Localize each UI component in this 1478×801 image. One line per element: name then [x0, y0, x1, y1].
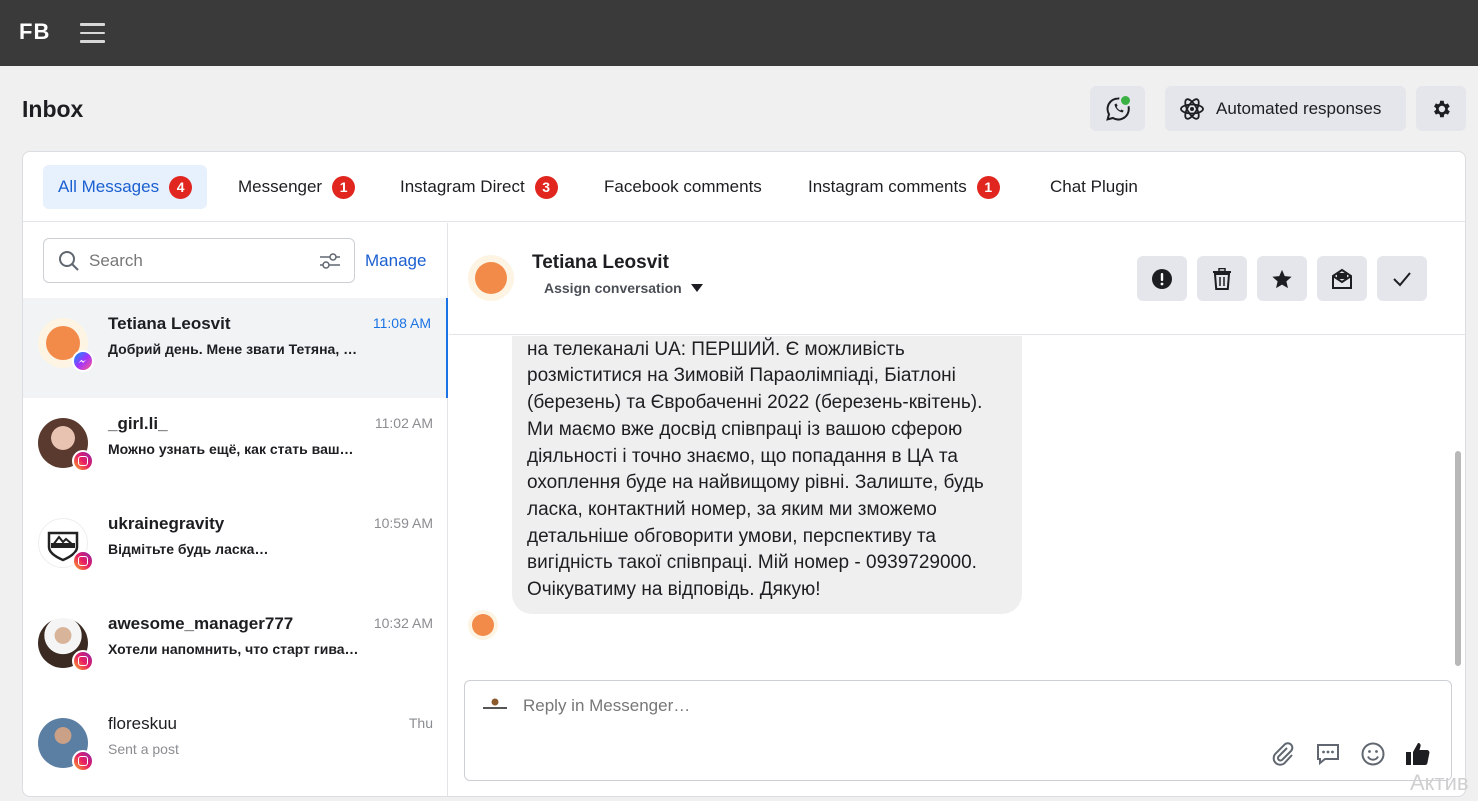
- tab-label: Chat Plugin: [1050, 177, 1138, 196]
- inbox-card: All Messages 4 Messenger 1 Instagram Dir…: [22, 151, 1466, 797]
- filter-icon[interactable]: [319, 251, 341, 271]
- tab-all-messages[interactable]: All Messages 4: [43, 165, 208, 209]
- conversation-item[interactable]: ukrainegravity 10:59 AM Відмітьте будь л…: [23, 498, 448, 598]
- manage-link[interactable]: Manage: [365, 251, 426, 271]
- conversation-time: Thu: [408, 715, 433, 731]
- menu-icon[interactable]: [80, 23, 105, 43]
- search-icon: [59, 250, 79, 271]
- like-button[interactable]: [1403, 739, 1433, 769]
- unread-badge: 1: [332, 175, 356, 199]
- contact-name: Tetiana Leosvit: [532, 252, 669, 273]
- star-button[interactable]: [1257, 256, 1307, 301]
- tab-label: Instagram comments: [808, 177, 967, 196]
- tab-messenger[interactable]: Messenger 1: [223, 165, 370, 209]
- conversation-name: ukrainegravity: [108, 514, 225, 533]
- assign-conversation-dropdown[interactable]: Assign conversation: [544, 280, 703, 296]
- conversation-name: Tetiana Leosvit: [108, 314, 231, 333]
- search-input[interactable]: [89, 250, 299, 271]
- conversation-name: _girl.li_: [108, 414, 168, 433]
- tab-label: All Messages: [58, 177, 160, 196]
- chat-bubble-icon: [1317, 744, 1339, 766]
- conversation-time: 11:02 AM: [374, 415, 433, 431]
- scrollbar[interactable]: [1455, 451, 1461, 666]
- settings-button[interactable]: [1416, 86, 1466, 131]
- paperclip-icon: [1272, 742, 1294, 766]
- trash-icon: [1213, 267, 1231, 290]
- emoji-button[interactable]: [1358, 739, 1388, 769]
- check-icon: [1393, 271, 1411, 286]
- tab-chat-plugin[interactable]: Chat Plugin: [1035, 165, 1153, 209]
- tab-label: Messenger: [238, 177, 323, 196]
- message-bubble: спонсорському розміщенню на телебаченні.…: [512, 336, 1022, 614]
- thumbs-up-icon: [1406, 743, 1430, 765]
- tab-instagram-direct[interactable]: Instagram Direct 3: [385, 165, 573, 209]
- alert-icon: [1152, 268, 1172, 289]
- conversation-name: floreskuu: [108, 714, 177, 733]
- unread-badge: 1: [976, 175, 1000, 199]
- conversation-time: 10:32 AM: [373, 615, 433, 631]
- tab-label: Instagram Direct: [400, 177, 525, 196]
- conversation-item[interactable]: Tetiana Leosvit 11:08 AM Добрий день. Ме…: [23, 298, 448, 398]
- online-status-dot: [1119, 94, 1132, 107]
- conversation-time: 10:59 AM: [373, 515, 433, 531]
- message-thread: спонсорському розміщенню на телебаченні.…: [449, 336, 1465, 666]
- messenger-icon: [72, 350, 94, 372]
- conversation-name: awesome_manager777: [108, 614, 294, 633]
- automated-responses-button[interactable]: Automated responses: [1165, 86, 1406, 131]
- mark-done-button[interactable]: [1377, 256, 1427, 301]
- conversation-item[interactable]: _girl.li_ 11:02 AM Можно узнать ещё, как…: [23, 398, 448, 498]
- caret-down-icon: [690, 284, 703, 292]
- avatar: [468, 255, 514, 301]
- smiley-icon: [1361, 742, 1385, 766]
- instagram-icon: [72, 750, 94, 772]
- automated-responses-label: Automated responses: [1216, 98, 1382, 118]
- conversation-time: 11:08 AM: [372, 315, 431, 331]
- page-title: Inbox: [22, 96, 84, 122]
- gear-icon: [1434, 100, 1450, 117]
- message-composer: [464, 680, 1452, 781]
- conversation-preview: Sent a post: [108, 741, 179, 757]
- top-bar: FB: [0, 0, 1478, 66]
- saved-replies-button[interactable]: [1313, 739, 1343, 769]
- whatsapp-button[interactable]: [1090, 86, 1145, 131]
- page-logo-icon: [483, 698, 507, 709]
- unread-badge: 3: [534, 175, 558, 199]
- sender-avatar: [468, 610, 498, 640]
- watermark-text: Актив: [1410, 770, 1469, 795]
- conversation-item[interactable]: floreskuu Thu Sent a post: [23, 698, 448, 796]
- instagram-icon: [72, 650, 94, 672]
- tab-instagram-comments[interactable]: Instagram comments 1: [793, 165, 1015, 209]
- conversation-item[interactable]: awesome_manager777 10:32 AM Хотели напом…: [23, 598, 448, 698]
- conversation-preview: Відмітьте будь ласка…: [108, 541, 269, 557]
- envelope-icon: [1332, 268, 1352, 289]
- mark-unread-button[interactable]: [1317, 256, 1367, 301]
- search-box: [43, 238, 355, 283]
- atom-icon: [1180, 97, 1204, 120]
- conversation-preview: Хотели напомнить, что старт гива…: [108, 641, 359, 657]
- instagram-icon: [72, 450, 94, 472]
- assign-label: Assign conversation: [544, 280, 682, 296]
- spam-button[interactable]: [1137, 256, 1187, 301]
- conversation-preview: Добрий день. Мене звати Тетяна, …: [108, 341, 358, 357]
- app-logo[interactable]: FB: [19, 19, 50, 45]
- chat-header: Tetiana Leosvit Assign conversation: [449, 223, 1465, 335]
- attach-button[interactable]: [1268, 739, 1298, 769]
- delete-button[interactable]: [1197, 256, 1247, 301]
- instagram-icon: [72, 550, 94, 572]
- conversation-preview: Можно узнать ещё, как стать ваш…: [108, 441, 354, 457]
- chat-pane: Tetiana Leosvit Assign conversation на т…: [449, 223, 1465, 796]
- star-icon: [1272, 269, 1292, 288]
- unread-badge: 4: [169, 175, 193, 199]
- tab-bar: All Messages 4 Messenger 1 Instagram Dir…: [23, 152, 1465, 222]
- conversation-list-pane: Manage Tetiana Leosvit 11:08 AM Добрий д…: [23, 223, 448, 796]
- reply-input[interactable]: [523, 696, 1323, 716]
- tab-facebook-comments[interactable]: Facebook comments: [589, 165, 777, 209]
- tab-label: Facebook comments: [604, 177, 762, 196]
